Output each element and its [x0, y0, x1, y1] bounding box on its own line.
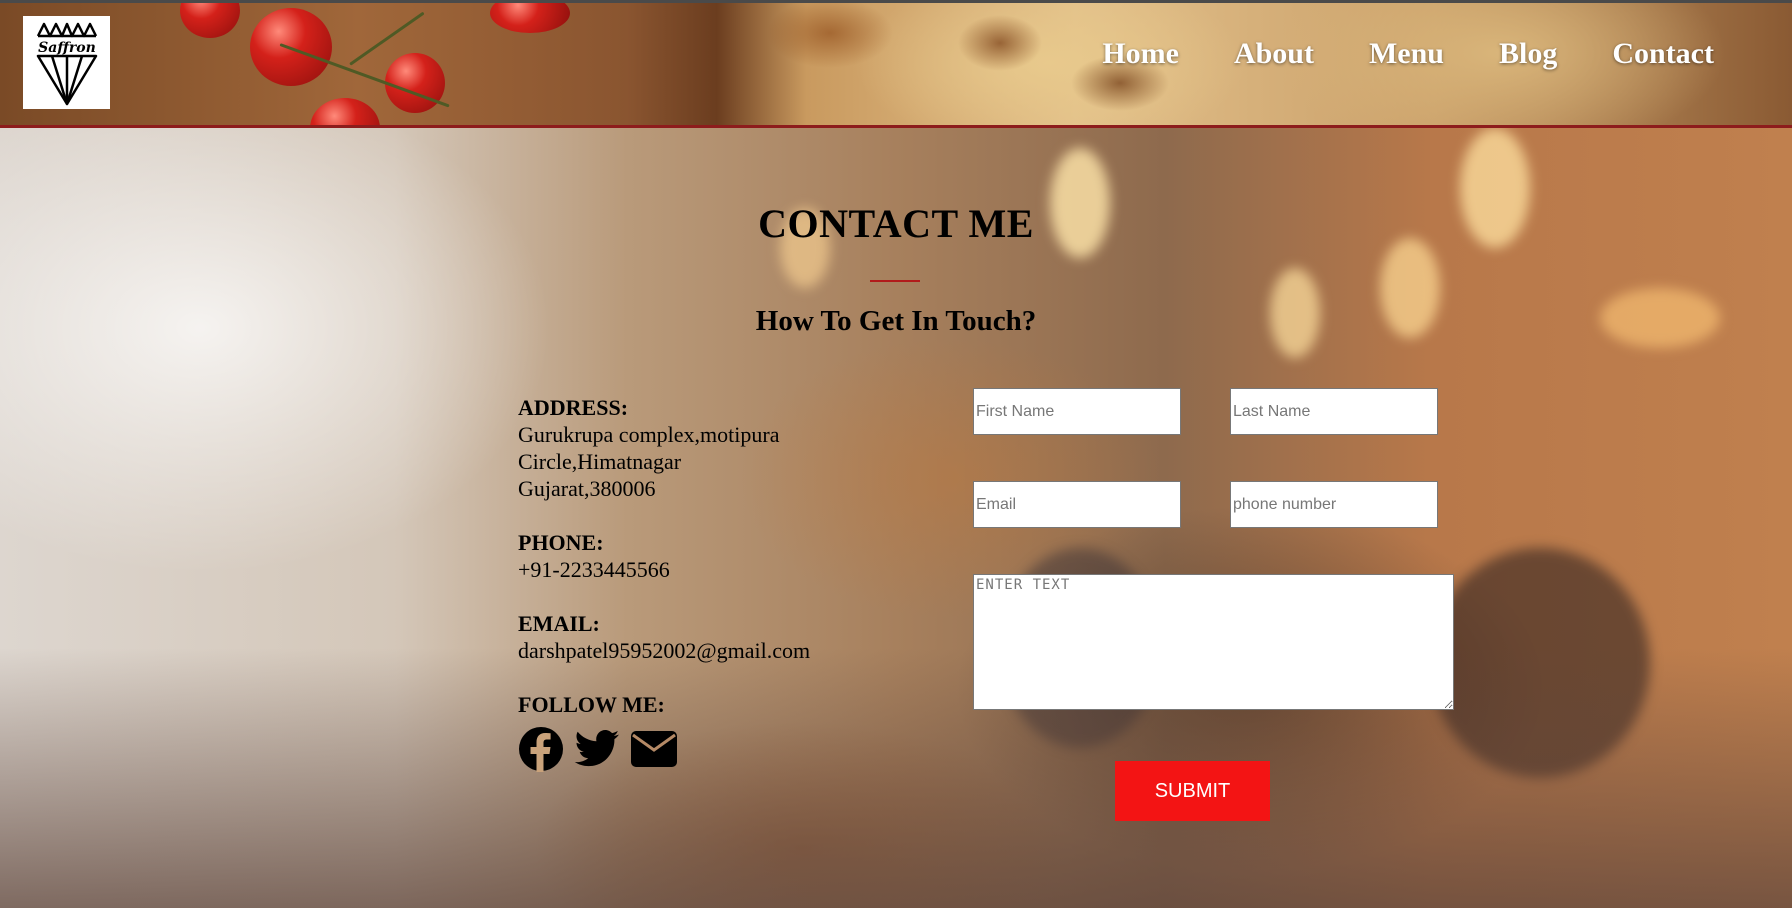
address-line: Circle,Himatnagar [518, 449, 682, 474]
main-nav: Home About Menu Blog Contact [1102, 37, 1714, 71]
follow-block: FOLLOW ME: [518, 691, 858, 772]
nav-menu[interactable]: Menu [1369, 37, 1444, 71]
message-textarea[interactable] [973, 574, 1454, 710]
address-block: ADDRESS: Gurukrupa complex,motipura Circ… [518, 394, 858, 502]
phone-label: PHONE: [518, 530, 604, 555]
phone-input[interactable] [1230, 481, 1438, 528]
site-header: Saffron Home About Menu Blog Contact [0, 0, 1792, 128]
page-subtitle: How To Get In Touch? [755, 305, 1037, 337]
nav-blog[interactable]: Blog [1499, 37, 1557, 71]
nav-home[interactable]: Home [1102, 37, 1179, 71]
email-block: EMAIL: darshpatel95952002@gmail.com [518, 610, 858, 664]
header-photo-tomato [385, 53, 445, 113]
mail-icon[interactable] [630, 730, 678, 768]
logo-diamond-icon: Saffron [36, 22, 97, 105]
header-photo-tomato [490, 3, 570, 33]
facebook-icon[interactable] [518, 726, 564, 772]
phone-value: +91-2233445566 [518, 557, 670, 582]
twitter-icon[interactable] [574, 729, 620, 769]
phone-block: PHONE: +91-2233445566 [518, 529, 858, 583]
email-value: darshpatel95952002@gmail.com [518, 638, 811, 663]
header-photo-tomato [180, 3, 240, 38]
logo[interactable]: Saffron [23, 16, 110, 109]
email-input[interactable] [973, 481, 1181, 528]
nav-about[interactable]: About [1234, 37, 1314, 71]
last-name-input[interactable] [1230, 388, 1438, 435]
svg-text:Saffron: Saffron [38, 40, 96, 56]
bg-floor [0, 648, 1792, 908]
contact-info: ADDRESS: Gurukrupa complex,motipura Circ… [518, 394, 858, 772]
social-links [518, 726, 858, 772]
follow-label: FOLLOW ME: [518, 692, 665, 717]
title-divider [870, 280, 920, 282]
address-line: Gurukrupa complex,motipura [518, 422, 780, 447]
address-line: Gujarat,380006 [518, 476, 656, 501]
email-label: EMAIL: [518, 611, 600, 636]
header-photo-tomato [310, 98, 380, 125]
nav-contact[interactable]: Contact [1612, 37, 1714, 71]
address-label: ADDRESS: [518, 395, 629, 420]
submit-button[interactable]: SUBMIT [1115, 761, 1270, 821]
page-title: CONTACT ME [758, 201, 1034, 246]
first-name-input[interactable] [973, 388, 1181, 435]
